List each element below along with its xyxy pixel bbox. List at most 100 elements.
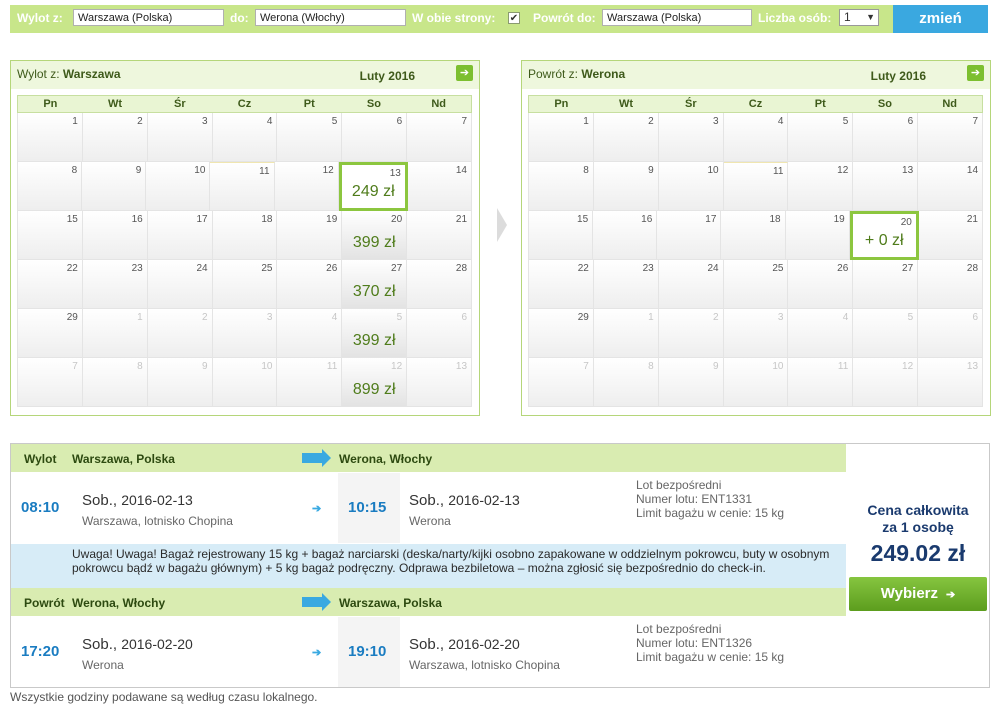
calendar-header: Powrót z: Werona Luty 2016 ➔	[522, 61, 990, 89]
weekday-header: Pn Wt Śr Cz Pt So Nd	[528, 95, 983, 113]
calendar-week: 15 16 17 18 19 20 399 zł 21	[17, 211, 473, 260]
calendar-day: 7	[918, 113, 984, 162]
to-input[interactable]	[255, 9, 406, 26]
local-time-note: Wszystkie godziny podawane są według cza…	[10, 690, 318, 704]
calendar-day: 8	[17, 162, 83, 211]
next-month-icon[interactable]: ➔	[967, 65, 984, 81]
calendar-day: 3	[147, 113, 213, 162]
calendar-day: 7	[407, 113, 473, 162]
day-number: 3	[713, 116, 719, 127]
calendar-day: 16	[82, 211, 148, 260]
baggage-warning-text: Uwaga! Uwaga! Bagaż rejestrowany 15 kg +…	[72, 547, 830, 575]
calendar-day-priced[interactable]: 13 249 zł	[338, 162, 408, 211]
weekday-label: So	[877, 98, 892, 110]
day-number: 8	[648, 361, 654, 372]
from-label: Wylot z:	[17, 11, 63, 25]
day-number: 17	[705, 214, 717, 225]
day-number: 13	[902, 165, 914, 176]
day-number: 20	[900, 217, 912, 228]
calendar-day: 22	[528, 260, 594, 309]
round-trip-checkbox[interactable]: ✔	[508, 12, 520, 24]
weekday-label: Śr	[173, 98, 186, 110]
calendar-day: 13	[918, 358, 984, 407]
inbound-arr-place: Warszawa, lotnisko Chopina	[409, 658, 560, 672]
outbound-dep-time: 08:10	[21, 499, 60, 516]
calendar-day: 17	[147, 211, 213, 260]
calendar-day: 9	[658, 358, 724, 407]
day-number: 1	[648, 312, 654, 323]
day-number: 4	[777, 116, 784, 127]
outbound-arr-day: Sob.,	[409, 492, 445, 509]
calendar-day: 12	[853, 358, 919, 407]
day-number: 6	[396, 116, 403, 127]
day-number: 5	[331, 116, 338, 127]
calendar-day: 16	[593, 211, 658, 260]
change-button[interactable]: zmień	[893, 5, 988, 33]
day-number: 18	[769, 214, 781, 225]
arrow-right-icon: ➔	[312, 647, 322, 659]
calendar-day-priced[interactable]: 20 + 0 zł	[849, 211, 919, 260]
day-number: 18	[261, 214, 273, 225]
outbound-dep-day: Sob.,	[82, 492, 118, 509]
outbound-arr-date-value: 2016-02-13	[448, 492, 520, 508]
day-number: 5	[396, 312, 403, 323]
day-number: 9	[648, 165, 654, 176]
calendar-grid: Pn Wt Śr Cz Pt So Nd 1 2 3 4 5 6 7 8 9 10 11 12 13 249 zł 14 1…	[17, 95, 473, 407]
calendar-day: 2	[82, 113, 148, 162]
calendar-week: 29 1 2 3 4 5 6	[528, 309, 984, 358]
select-button[interactable]: Wybierz ➔	[849, 577, 987, 611]
calendar-day: 22	[17, 260, 83, 309]
outbound-flight-number: Numer lotu: ENT1331	[636, 492, 753, 506]
calendar-day: 25	[723, 260, 789, 309]
total-price-label-line1: Cena całkowita	[867, 502, 969, 518]
outbound-baggage: Limit bagażu w cenie: 15 kg	[636, 506, 785, 520]
calendar-day: 4	[723, 113, 789, 162]
weekday-label: Pt	[814, 98, 826, 110]
day-number: 16	[641, 214, 653, 225]
day-number: 7	[72, 361, 78, 372]
next-month-icon[interactable]: ➔	[456, 65, 473, 81]
calendar-week: 7 8 9 10 11 12 13	[528, 358, 984, 407]
calendar-day-priced[interactable]: 27 370 zł	[342, 260, 408, 309]
inbound-dep-date-value: 2016-02-20	[121, 636, 193, 652]
weekday-label: Cz	[748, 98, 763, 110]
calendar-day: 19	[277, 211, 343, 260]
day-number: 6	[907, 116, 914, 127]
weekday-label: Nd	[942, 98, 957, 110]
day-number: 14	[455, 165, 467, 176]
search-bar: Wylot z: do: W obie strony: ✔ Powrót do:…	[10, 5, 988, 33]
persons-select[interactable]: 1 ▼	[839, 9, 879, 26]
total-price-label: Cena całkowita za 1 osobę	[847, 502, 989, 536]
day-number: 12	[837, 165, 849, 176]
calendar-day: 5	[788, 113, 854, 162]
day-number: 21	[966, 214, 978, 225]
calendar-title: Wylot z: Warszawa	[17, 67, 121, 81]
day-number: 3	[202, 116, 208, 127]
calendar-day-priced[interactable]: 20 399 zł	[342, 211, 408, 260]
calendar-day: 27	[853, 260, 919, 309]
inbound-header: Powrót Werona, Włochy Warszawa, Polska	[11, 588, 846, 616]
calendar-day: 5	[853, 309, 919, 358]
from-input[interactable]	[73, 9, 224, 26]
day-number: 24	[707, 263, 719, 274]
calendar-day: 11	[277, 358, 343, 407]
calendar-title-prefix: Wylot z:	[17, 67, 60, 81]
day-number: 10	[707, 165, 719, 176]
calendar-day-priced[interactable]: 12 899 zł	[342, 358, 408, 407]
outbound-dep-place: Warszawa, lotnisko Chopina	[82, 514, 233, 528]
day-number: 12	[902, 361, 914, 372]
persons-label: Liczba osób:	[758, 11, 832, 25]
day-number: 29	[66, 312, 78, 323]
calendar-month: Luty 2016	[870, 69, 926, 83]
calendar-day: 4	[277, 309, 343, 358]
return-label: Powrót do:	[533, 11, 596, 25]
calendar-day: 11	[788, 358, 854, 407]
weekday-label: Wt	[619, 98, 634, 110]
day-number: 1	[583, 116, 589, 127]
day-number: 11	[326, 361, 338, 372]
day-number: 7	[583, 361, 589, 372]
day-number: 12	[391, 361, 403, 372]
calendar-day-priced[interactable]: 5 399 zł	[342, 309, 408, 358]
return-input[interactable]	[602, 9, 752, 26]
day-price: 249 zł	[351, 183, 395, 200]
